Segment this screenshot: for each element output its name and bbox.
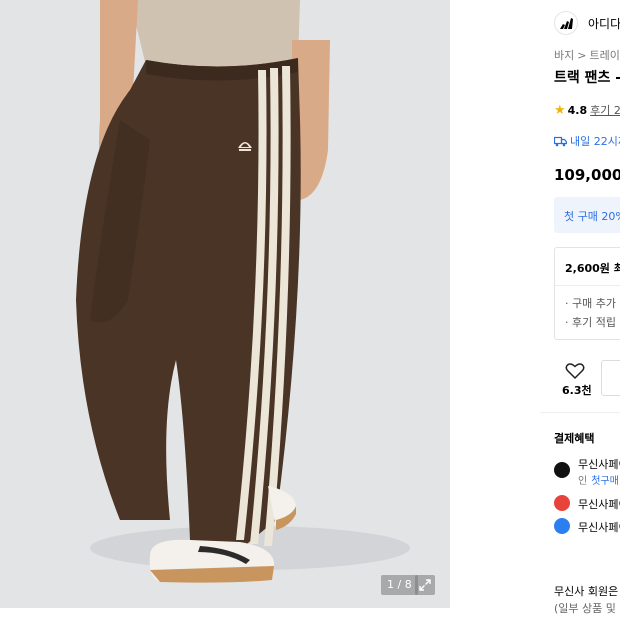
payment-benefit-sub: 인 첫구매 [578, 476, 619, 487]
coupon-text: 첫 구매 20% [564, 210, 620, 223]
breadcrumb-item-pants[interactable]: 바지 [554, 49, 574, 62]
reviews-link[interactable]: 후기 21 [590, 104, 620, 117]
musinsa-pay-logo-icon [554, 462, 570, 478]
like-button[interactable]: 6.3천 [554, 358, 598, 398]
delivery-info: 내일 22시까 [553, 133, 620, 149]
breadcrumb: 바지>트레이닝 [554, 47, 620, 63]
points-line-review: · 후기 적립 [565, 316, 616, 329]
card-logo-icon [554, 518, 570, 534]
product-image-gallery[interactable]: 1 / 8 [0, 0, 450, 608]
image-counter: 1 / 8 [381, 575, 418, 595]
product-photo [76, 0, 410, 583]
truck-icon [553, 136, 568, 147]
rating-row: ★4.8후기 21 [554, 102, 620, 118]
brand-logo[interactable] [554, 11, 578, 35]
delivery-text: 내일 22시까 [570, 135, 620, 148]
card-logo-icon [554, 495, 570, 511]
product-page: 1 / 8 아디다 바지>트레이닝 트랙 팬츠 - ★4.8후기 21 [0, 0, 620, 620]
member-benefit-note: (일부 상품 및 도 [554, 602, 620, 615]
cart-button[interactable] [601, 360, 620, 396]
points-box[interactable]: 2,600원 최대 · 구매 추가 적 · 후기 적립 [554, 247, 620, 340]
points-heading: 2,600원 최대 [565, 262, 620, 275]
points-line-purchase: · 구매 추가 적 [565, 297, 620, 310]
heart-icon [565, 363, 585, 380]
payment-benefit-label: 무신사페이 [578, 458, 620, 471]
product-title: 트랙 팬츠 - [554, 70, 620, 86]
rating-score: 4.8 [567, 104, 588, 117]
points-divider [555, 285, 620, 286]
adidas-logo-icon [560, 18, 573, 29]
section-divider [540, 412, 620, 413]
expand-icon [419, 579, 431, 591]
payment-benefits-heading: 결제혜택 [554, 432, 595, 445]
product-info-panel: 아디다 바지>트레이닝 트랙 팬츠 - ★4.8후기 21 내일 22시까 10… [540, 0, 620, 620]
payment-benefit-label: 무신사페이 [578, 521, 620, 534]
member-benefit-text: 무신사 회원은 [554, 585, 619, 598]
product-price: 109,000원 [554, 166, 620, 184]
breadcrumb-separator: > [577, 49, 587, 62]
star-icon: ★ [554, 103, 566, 118]
payment-benefit-label: 무신사페이 [578, 498, 620, 511]
like-count: 6.3천 [562, 384, 592, 397]
first-purchase-coupon-banner[interactable]: 첫 구매 20% [554, 197, 620, 233]
breadcrumb-item-training[interactable]: 트레이닝 [589, 49, 620, 62]
expand-button[interactable] [415, 575, 435, 595]
brand-name-link[interactable]: 아디다 [588, 15, 620, 32]
